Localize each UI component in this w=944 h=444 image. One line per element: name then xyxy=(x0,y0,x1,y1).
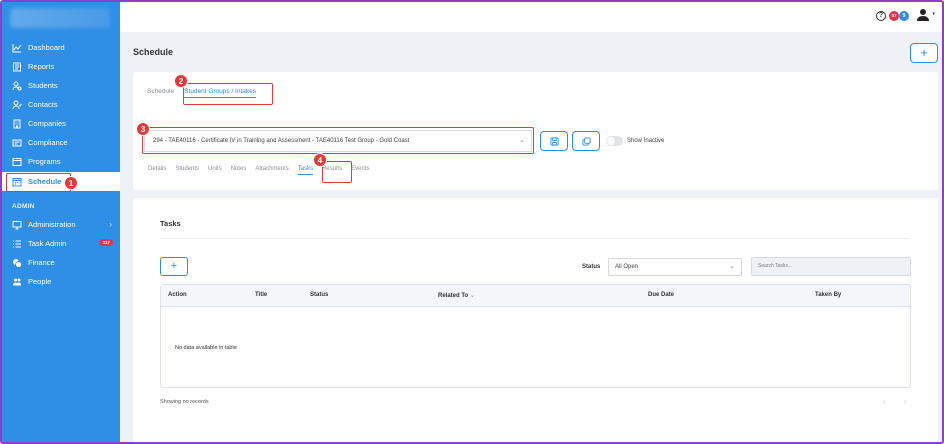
sidebar-item-administration[interactable]: Administration › xyxy=(2,215,120,234)
callout-student-groups xyxy=(183,83,273,105)
page-header: Schedule + xyxy=(120,32,942,70)
divider xyxy=(160,238,910,239)
subtab-attachments[interactable]: Attachments xyxy=(255,166,288,175)
column-header-title[interactable]: Title xyxy=(255,292,267,298)
callout-schedule xyxy=(6,173,71,192)
sidebar-item-label: Students xyxy=(28,81,58,90)
sidebar-item-label: Administration xyxy=(28,220,76,229)
coins-icon xyxy=(12,258,22,268)
column-header-taken-by[interactable]: Taken By xyxy=(815,292,841,298)
students-icon xyxy=(12,81,22,91)
column-header-due-date[interactable]: Due Date xyxy=(648,292,674,298)
callout-number-3: 3 xyxy=(136,122,150,136)
empty-table-message: No data available in table xyxy=(175,345,237,351)
report-icon xyxy=(12,62,22,72)
topbar: ? 57 9 ▾ xyxy=(120,2,942,32)
sidebar-item-label: Contacts xyxy=(28,100,58,109)
subtab-details[interactable]: Details xyxy=(148,166,166,175)
copy-button[interactable] xyxy=(572,131,600,151)
callout-tasks-tab xyxy=(322,161,352,183)
sidebar-item-students[interactable]: Students xyxy=(2,76,120,95)
help-icon[interactable]: ? xyxy=(876,11,886,21)
show-inactive-toggle[interactable] xyxy=(606,136,623,146)
subtab-units[interactable]: Units xyxy=(208,166,222,175)
column-header-label: Related To xyxy=(438,293,469,299)
copy-icon xyxy=(581,136,591,146)
callout-number-4: 4 xyxy=(313,153,327,167)
monitor-icon xyxy=(12,220,22,230)
save-icon xyxy=(549,136,559,146)
app-window: Dashboard Reports Students Contacts Comp… xyxy=(0,0,944,444)
sidebar-item-label: Dashboard xyxy=(28,43,65,52)
subtab-events[interactable]: Events xyxy=(351,166,369,175)
programs-icon xyxy=(12,157,22,167)
tasks-title: Tasks xyxy=(160,219,181,228)
sidebar-item-companies[interactable]: Companies xyxy=(2,114,120,133)
sidebar-item-label: Companies xyxy=(28,119,66,128)
sidebar-item-label: Compliance xyxy=(28,138,68,147)
sidebar-item-people[interactable]: People xyxy=(2,272,120,291)
building-icon xyxy=(12,119,22,129)
sidebar-item-task-admin[interactable]: Task Admin 317 xyxy=(2,234,120,253)
sidebar: Dashboard Reports Students Contacts Comp… xyxy=(2,2,120,442)
subtab-students[interactable]: Students xyxy=(175,166,199,175)
sidebar-item-compliance[interactable]: Compliance xyxy=(2,133,120,152)
sidebar-item-label: Finance xyxy=(28,258,55,267)
chevron-down-icon: ⌄ xyxy=(729,263,735,270)
sidebar-item-dashboard[interactable]: Dashboard xyxy=(2,38,120,57)
save-button[interactable] xyxy=(540,131,568,151)
status-filter-value: All Open xyxy=(615,264,639,270)
sidebar-item-label: Programs xyxy=(28,157,61,166)
add-schedule-button[interactable]: + xyxy=(910,43,938,63)
tasks-table: Action Title Status Related To ⌄ Due Dat… xyxy=(160,284,911,388)
list-icon xyxy=(12,239,22,249)
callout-group-select xyxy=(142,127,534,154)
page-title: Schedule xyxy=(133,47,174,57)
chevron-right-icon: › xyxy=(109,220,112,229)
sidebar-item-contacts[interactable]: Contacts xyxy=(2,95,120,114)
notification-badge[interactable]: 57 xyxy=(889,11,899,21)
sidebar-item-finance[interactable]: Finance xyxy=(2,253,120,272)
compliance-icon xyxy=(12,138,22,148)
logo xyxy=(10,8,110,28)
tasks-card: Tasks + Status All Open ⌄ Search Tasks..… xyxy=(133,198,938,442)
sidebar-item-reports[interactable]: Reports xyxy=(2,57,120,76)
column-header-status[interactable]: Status xyxy=(310,292,328,298)
people-icon xyxy=(12,277,22,287)
sidebar-section-admin: ADMIN xyxy=(12,203,35,210)
subtab-tasks[interactable]: Tasks xyxy=(297,166,314,175)
sort-icon: ⌄ xyxy=(469,293,475,299)
sidebar-item-programs[interactable]: Programs xyxy=(2,152,120,171)
chevron-down-icon[interactable]: ▾ xyxy=(932,11,935,17)
sidebar-item-label: Reports xyxy=(28,62,55,71)
contacts-icon xyxy=(12,100,22,110)
column-header-action[interactable]: Action xyxy=(168,292,187,298)
pagination-arrows[interactable]: ‹ › xyxy=(883,397,915,406)
sidebar-item-label: People xyxy=(28,277,52,286)
column-header-related-to[interactable]: Related To ⌄ xyxy=(438,292,475,299)
task-count-badge: 317 xyxy=(99,239,113,246)
status-filter-label: Status xyxy=(582,264,601,270)
message-badge[interactable]: 9 xyxy=(899,11,909,21)
sidebar-item-label: Task Admin xyxy=(28,239,67,248)
chart-line-icon xyxy=(12,43,22,53)
subtab-notes[interactable]: Notes xyxy=(231,166,247,175)
add-task-button[interactable]: + xyxy=(160,257,188,276)
user-avatar-icon[interactable] xyxy=(916,8,930,22)
search-tasks-input[interactable]: Search Tasks... xyxy=(751,257,911,276)
status-filter-select[interactable]: All Open ⌄ xyxy=(608,258,742,276)
records-info: Showing no records xyxy=(160,399,209,405)
callout-number-1: 1 xyxy=(64,176,78,190)
table-header: Action Title Status Related To ⌄ Due Dat… xyxy=(161,285,910,307)
callout-number-2: 2 xyxy=(174,74,188,88)
show-inactive-label: Show Inactive xyxy=(627,138,665,144)
tab-schedule[interactable]: Schedule xyxy=(147,88,174,98)
